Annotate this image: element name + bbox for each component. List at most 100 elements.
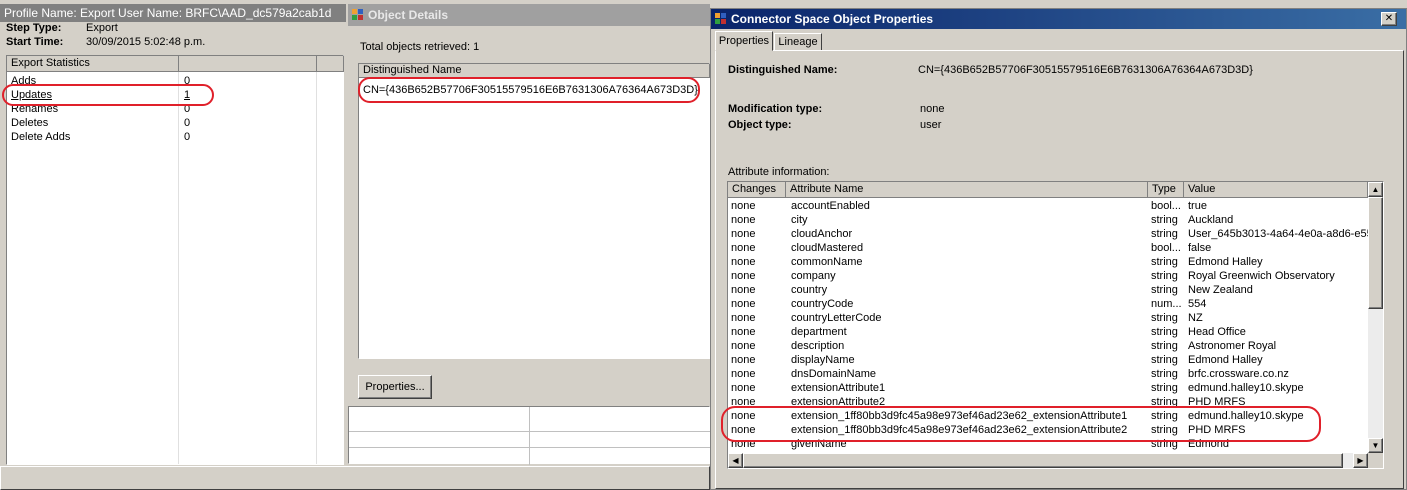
stat-label[interactable]: Updates <box>11 88 52 102</box>
table-row[interactable]: none extension_1ff80bb3d9fc45a98e973ef46a… <box>728 409 1368 423</box>
connector-dialog: Connector Space Object Properties ✕ Prop… <box>710 8 1407 490</box>
stat-label: Delete Adds <box>11 131 71 143</box>
col-type-header[interactable]: Type <box>1148 182 1184 198</box>
export-statistics-list[interactable]: Export Statistics Adds 0 Updates 1 Renam… <box>6 55 344 465</box>
dn-column-header[interactable]: Distinguished Name <box>359 64 710 78</box>
scroll-right-button[interactable]: ▶ <box>1353 453 1368 468</box>
cell-attr-name: displayName <box>791 354 855 366</box>
table-row[interactable]: none accountEnabled bool... true <box>728 199 1368 213</box>
connector-dialog-titlebar[interactable]: Connector Space Object Properties <box>711 9 1406 29</box>
cell-attr-name: company <box>791 270 836 282</box>
stat-label: Adds <box>11 75 37 87</box>
table-row[interactable]: none countryLetterCode string NZ <box>728 311 1368 325</box>
cell-type: num... <box>1151 298 1182 310</box>
table-row[interactable]: none dnsDomainName string brfc.crossware.co… <box>728 367 1368 381</box>
cell-changes: none <box>731 228 756 240</box>
stat-value: 0 <box>184 103 191 115</box>
table-row[interactable]: none city string Auckland <box>728 213 1368 227</box>
table-row[interactable]: Renames 0 <box>7 102 343 116</box>
scroll-up-button[interactable]: ▲ <box>1368 182 1383 197</box>
distinguished-name-list[interactable]: Distinguished Name CN={436B652B57706F305… <box>358 63 710 359</box>
cell-attr-name: extensionAttribute2 <box>791 396 886 408</box>
lower-grid-line <box>349 431 711 432</box>
table-row[interactable]: none department string Head Office <box>728 325 1368 339</box>
tab-lineage[interactable]: Lineage <box>774 33 822 51</box>
scroll-left-button[interactable]: ◀ <box>728 453 743 468</box>
dialog-app-icon <box>715 13 727 25</box>
cell-changes: none <box>731 410 756 422</box>
tab-properties[interactable]: Properties <box>715 31 773 51</box>
h-scroll-thumb[interactable] <box>743 453 1343 468</box>
start-time-label: Start Time: <box>6 36 64 48</box>
cell-changes: none <box>731 340 756 352</box>
cell-changes: none <box>731 242 756 254</box>
table-row[interactable]: none displayName string Edmond Halley <box>728 353 1368 367</box>
cell-changes: none <box>731 312 756 324</box>
properties-button[interactable]: Properties... <box>358 375 432 399</box>
cell-value: Auckland <box>1188 214 1234 226</box>
table-row[interactable]: none description string Astronomer Royal <box>728 339 1368 353</box>
cell-type: string <box>1151 284 1178 296</box>
cell-changes: none <box>731 354 756 366</box>
stats-header-value[interactable] <box>179 56 317 72</box>
cell-attr-name: country <box>791 284 828 296</box>
start-time-value: 30/09/2015 5:02:48 p.m. <box>86 36 206 48</box>
cell-attr-name: extensionAttribute1 <box>791 382 886 394</box>
scroll-down-button[interactable]: ▼ <box>1368 438 1383 453</box>
cell-value: Royal Greenwich Observatory <box>1188 270 1335 282</box>
stats-header[interactable]: Export Statistics <box>7 56 179 72</box>
cell-type: string <box>1151 410 1178 422</box>
cell-type: bool... <box>1151 200 1181 212</box>
left-panel: Profile Name: Export User Name: BRFC\AAD… <box>0 0 346 466</box>
cell-type: string <box>1151 354 1178 366</box>
table-row[interactable]: Deletes 0 <box>7 116 343 130</box>
cell-attr-name: cloudMastered <box>791 242 864 254</box>
cell-value: Edmond Halley <box>1188 256 1263 268</box>
col-value-header[interactable]: Value <box>1184 182 1368 198</box>
vertical-scrollbar[interactable]: ▲ ▼ <box>1368 182 1383 453</box>
cell-attr-name: dnsDomainName <box>791 368 876 380</box>
cell-value: Astronomer Royal <box>1188 340 1277 352</box>
table-row[interactable]: none givenName string Edmond <box>728 437 1368 451</box>
scroll-thumb[interactable] <box>1368 197 1383 309</box>
scroll-up-icon: ▲ <box>1371 185 1380 194</box>
table-row[interactable]: none cloudMastered bool... false <box>728 241 1368 255</box>
cell-changes: none <box>731 326 756 338</box>
stat-value[interactable]: 1 <box>184 88 190 102</box>
horizontal-scrollbar[interactable]: ◀ ▶ <box>728 453 1368 468</box>
col-attribute-name-header[interactable]: Attribute Name <box>786 182 1148 198</box>
table-row[interactable]: none commonName string Edmond Halley <box>728 255 1368 269</box>
table-row[interactable]: none extensionAttribute2 string PHD MRFS <box>728 395 1368 409</box>
cell-type: string <box>1151 214 1178 226</box>
attr-info-label: Attribute information: <box>728 166 830 178</box>
cell-changes: none <box>731 298 756 310</box>
profile-header: Profile Name: Export User Name: BRFC\AAD… <box>0 4 346 22</box>
table-row[interactable]: Adds 0 <box>7 74 343 88</box>
cell-attr-name: department <box>791 326 847 338</box>
cell-changes: none <box>731 438 756 450</box>
cell-type: string <box>1151 368 1178 380</box>
attribute-rows: none accountEnabled bool... true none city st… <box>728 199 1368 455</box>
table-row[interactable]: none cloudAnchor string User_645b3013-4a64-… <box>728 227 1368 241</box>
table-row[interactable]: CN={436B652B57706F30515579516E6B7631306A… <box>361 83 701 97</box>
cell-type: string <box>1151 382 1178 394</box>
table-row[interactable]: none extensionAttribute1 string edmund.hall… <box>728 381 1368 395</box>
stat-label: Renames <box>11 103 59 115</box>
table-row[interactable]: Updates 1 <box>7 88 343 102</box>
object-details-titlebar[interactable]: Object Details <box>348 4 710 26</box>
cell-value: PHD MRFS <box>1188 396 1246 408</box>
mod-type-value: none <box>920 103 945 115</box>
cell-changes: none <box>731 368 756 380</box>
cell-changes: none <box>731 382 756 394</box>
table-row[interactable]: none countryCode num... 554 <box>728 297 1368 311</box>
attribute-list[interactable]: Changes Attribute Name Type Value none ac… <box>727 181 1384 469</box>
table-row[interactable]: Delete Adds 0 <box>7 130 343 144</box>
table-row[interactable]: none extension_1ff80bb3d9fc45a98e973ef46a… <box>728 423 1368 437</box>
table-row[interactable]: none company string Royal Greenwich Observa… <box>728 269 1368 283</box>
col-changes-header[interactable]: Changes <box>728 182 786 198</box>
table-row[interactable]: none country string New Zealand <box>728 283 1368 297</box>
close-button[interactable]: ✕ <box>1381 12 1397 26</box>
cell-value: NZ <box>1188 312 1203 324</box>
stats-header-extra[interactable] <box>317 56 344 72</box>
cell-attr-name: givenName <box>791 438 847 450</box>
